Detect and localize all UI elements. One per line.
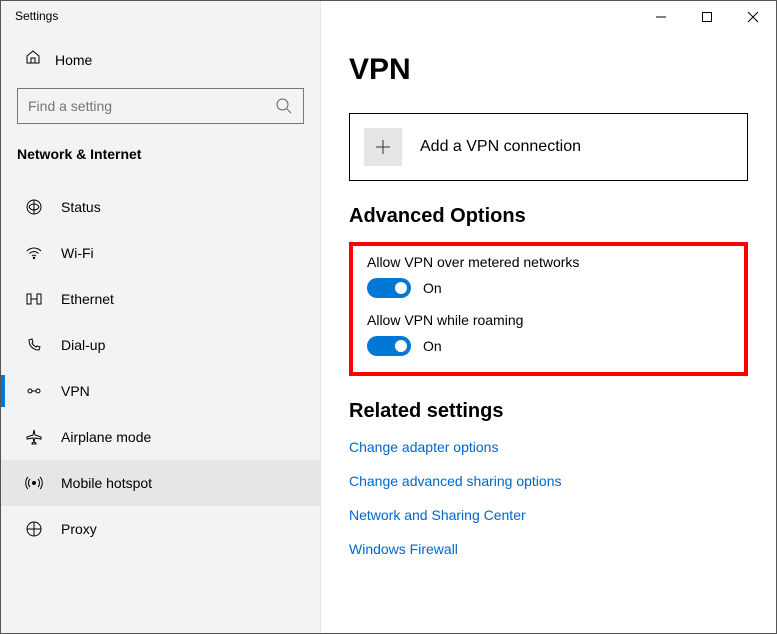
roaming-label: Allow VPN while roaming [367, 312, 730, 328]
sidebar: Settings Home Network & Internet Status … [1, 1, 321, 633]
main: VPN Add a VPN connection Advanced Option… [321, 1, 776, 633]
airplane-icon [25, 428, 43, 446]
ethernet-icon [25, 290, 43, 308]
metered-toggle-block: Allow VPN over metered networks On [367, 254, 730, 298]
roaming-toggle-block: Allow VPN while roaming On [367, 312, 730, 356]
link-advanced-sharing[interactable]: Change advanced sharing options [349, 473, 748, 489]
add-vpn-connection[interactable]: Add a VPN connection [349, 113, 748, 181]
metered-toggle[interactable] [367, 278, 411, 298]
sidebar-item-label: Wi-Fi [61, 245, 94, 261]
sidebar-item-label: Status [61, 199, 101, 215]
nav-list: Status Wi-Fi Ethernet Dial-up VPN [1, 184, 320, 552]
link-adapter-options[interactable]: Change adapter options [349, 439, 748, 455]
sidebar-item-proxy[interactable]: Proxy [1, 506, 320, 552]
add-vpn-label: Add a VPN connection [420, 138, 581, 156]
window-title: Settings [1, 1, 320, 39]
sidebar-item-label: VPN [61, 383, 90, 399]
metered-label: Allow VPN over metered networks [367, 254, 730, 270]
roaming-state: On [423, 338, 442, 354]
sidebar-item-ethernet[interactable]: Ethernet [1, 276, 320, 322]
sidebar-item-label: Mobile hotspot [61, 475, 152, 491]
sidebar-item-label: Airplane mode [61, 429, 151, 445]
sidebar-item-vpn[interactable]: VPN [1, 368, 320, 414]
close-button[interactable] [730, 2, 776, 32]
related-settings-header: Related settings [349, 400, 748, 423]
titlebar-controls [321, 1, 776, 33]
link-windows-firewall[interactable]: Windows Firewall [349, 541, 748, 557]
search-icon [275, 97, 293, 120]
search-box[interactable] [17, 88, 304, 124]
content: VPN Add a VPN connection Advanced Option… [321, 33, 776, 575]
maximize-button[interactable] [684, 2, 730, 32]
page-title: VPN [349, 53, 748, 87]
sidebar-item-label: Ethernet [61, 291, 114, 307]
home-icon [25, 49, 41, 70]
minimize-button[interactable] [638, 2, 684, 32]
group-header: Network & Internet [1, 142, 320, 178]
advanced-options-highlight: Allow VPN over metered networks On Allow… [349, 242, 748, 376]
hotspot-icon [25, 474, 43, 492]
sidebar-item-wifi[interactable]: Wi-Fi [1, 230, 320, 276]
sidebar-item-status[interactable]: Status [1, 184, 320, 230]
search-input[interactable] [18, 89, 303, 123]
home-button[interactable]: Home [1, 39, 320, 80]
status-icon [25, 198, 43, 216]
sidebar-item-label: Dial-up [61, 337, 105, 353]
link-network-sharing-center[interactable]: Network and Sharing Center [349, 507, 748, 523]
roaming-toggle[interactable] [367, 336, 411, 356]
sidebar-item-dialup[interactable]: Dial-up [1, 322, 320, 368]
sidebar-item-label: Proxy [61, 521, 97, 537]
vpn-icon [25, 382, 43, 400]
sidebar-item-airplane[interactable]: Airplane mode [1, 414, 320, 460]
dialup-icon [25, 336, 43, 354]
wifi-icon [25, 244, 43, 262]
proxy-icon [25, 520, 43, 538]
home-label: Home [55, 52, 92, 68]
plus-icon [364, 128, 402, 166]
sidebar-item-hotspot[interactable]: Mobile hotspot [1, 460, 320, 506]
advanced-options-header: Advanced Options [349, 205, 748, 228]
metered-state: On [423, 280, 442, 296]
